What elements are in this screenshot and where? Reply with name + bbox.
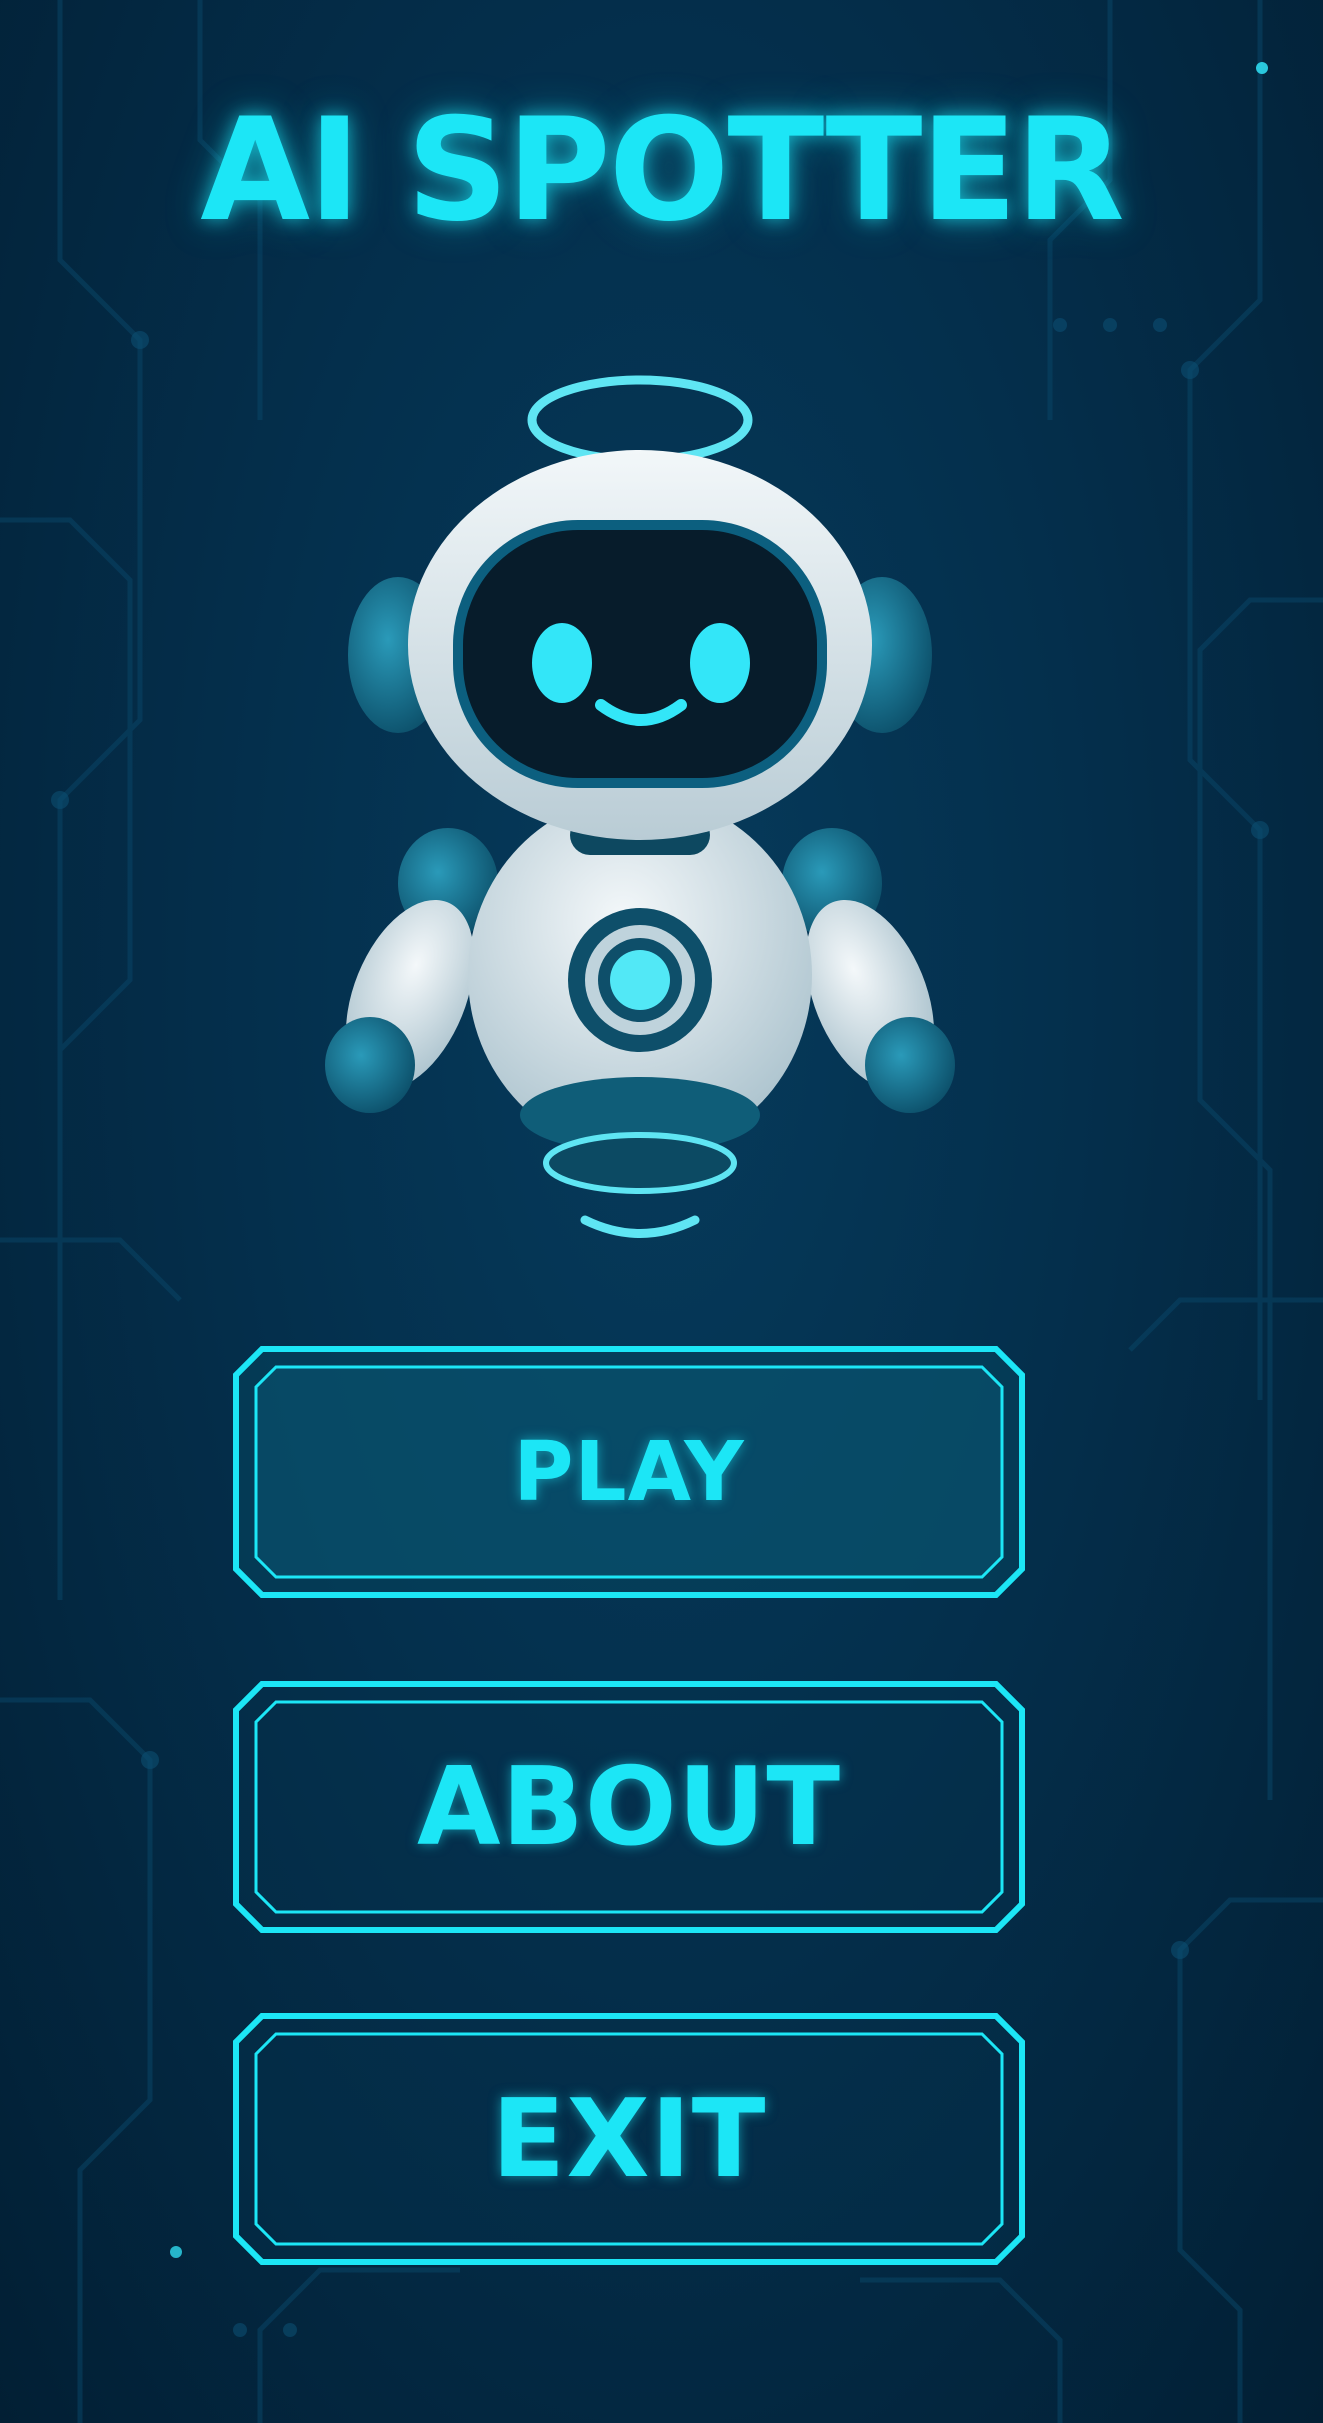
exit-button[interactable]: EXIT <box>232 2010 1026 2268</box>
robot-face-screen <box>453 520 827 788</box>
main-menu-screen: AI SPOTTER PLAY ABOUT EXIT <box>0 0 1323 2423</box>
left-eye <box>532 623 592 703</box>
right-eye <box>690 623 750 703</box>
play-button-label: PLAY <box>513 1424 745 1520</box>
halo-icon <box>527 375 753 465</box>
robot-mascot-icon <box>325 375 955 1238</box>
play-button[interactable]: PLAY <box>232 1343 1026 1601</box>
game-title: AI SPOTTER <box>200 88 1125 253</box>
about-button[interactable]: ABOUT <box>232 1678 1026 1936</box>
about-button-label: ABOUT <box>416 1744 842 1870</box>
exit-button-label: EXIT <box>491 2076 767 2202</box>
